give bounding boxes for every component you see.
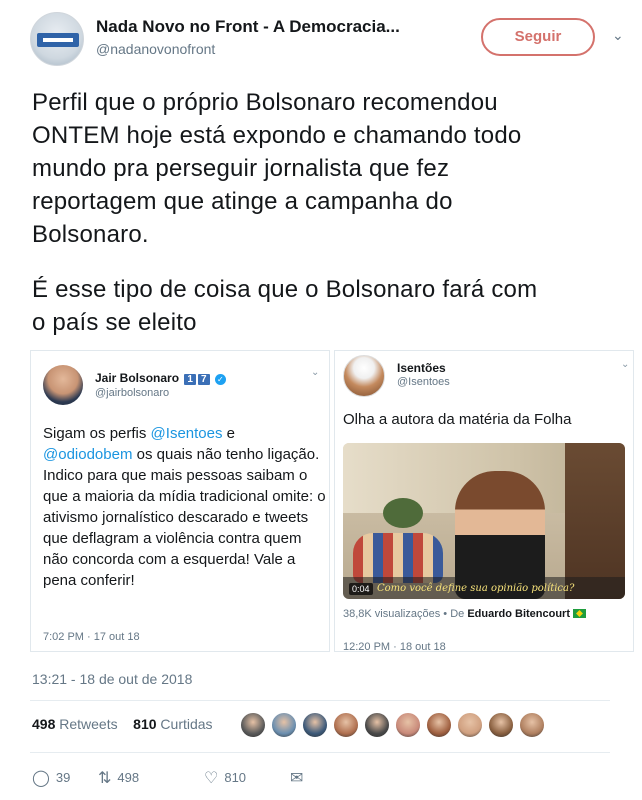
embedded-tweet-isentoes: Isentões @Isentoes ⌄ Olha a autora da ma… [334,350,634,652]
bolsonaro-avatar [43,365,83,405]
tweet-header: Nada Novo no Front - A Democracia... @na… [0,0,642,72]
embedded-time: 12:20 PM · 18 out 18 [343,641,446,652]
text-segment: os quais não tenho ligação. Indico para … [43,446,326,589]
liker-avatar[interactable] [271,712,297,738]
direct-message-button[interactable]: ✉ [290,768,309,788]
brazil-flag-icon [573,609,586,618]
embedded-account-name: Jair Bolsonaro 17 ✓ [95,371,226,385]
liker-avatar[interactable] [333,712,359,738]
chevron-down-icon[interactable]: ⌄ [612,27,624,44]
chevron-down-icon: ⌄ [621,359,630,370]
liker-avatar[interactable] [240,712,266,738]
likes-count[interactable]: 810 [133,716,156,732]
embedded-account-name: Isentões [397,361,446,375]
video-duration: 0:04 [349,583,373,595]
video-thumbnail: 0:04 Como você define sua opinião políti… [343,443,625,599]
embedded-handle: @Isentoes [397,376,450,388]
divider [30,752,610,753]
likes-label[interactable]: Curtidas [160,716,212,732]
liker-avatar[interactable] [519,712,545,738]
isentoes-avatar [343,355,385,397]
account-handle[interactable]: @nadanovonofront [96,41,215,57]
account-avatar[interactable] [30,12,84,66]
text-segment: Sigam os perfis [43,425,151,442]
retweets-count[interactable]: 498 [32,716,55,732]
embedded-name-text: Jair Bolsonaro [95,371,180,385]
number-badge: 1 [184,374,196,385]
retweet-count: 498 [117,770,140,785]
account-name[interactable]: Nada Novo no Front - A Democracia... [96,17,400,37]
tweet-paragraph-2: É esse tipo de coisa que o Bolsonaro far… [32,276,538,336]
reply-button[interactable]: ◯ 39 [32,768,70,788]
liker-avatar[interactable] [364,712,390,738]
video-views: 38,8K visualizações • De Eduardo Bitenco… [343,608,586,620]
tweet-paragraph-1: Perfil que o próprio Bolsonaro recomendo… [32,89,522,248]
liker-avatar[interactable] [302,712,328,738]
attached-screenshot[interactable]: Jair Bolsonaro 17 ✓ @jairbolsonaro ⌄ Sig… [30,350,634,652]
retweet-button[interactable]: ⇅ 498 [98,768,139,788]
views-count: 38,8K visualizações [343,608,441,620]
embedded-tweet-bolsonaro: Jair Bolsonaro 17 ✓ @jairbolsonaro ⌄ Sig… [30,350,330,652]
embedded-handle: @jairbolsonaro [95,387,170,399]
mention-link: @odiodobem [43,446,133,463]
video-caption: Como você define sua opinião política? [377,583,575,594]
liker-avatar[interactable] [395,712,421,738]
reply-icon: ◯ [32,770,50,787]
liker-avatar[interactable] [488,712,514,738]
views-separator: • De [440,608,468,620]
like-count: 810 [224,770,247,785]
chevron-down-icon: ⌄ [311,367,320,378]
retweets-label[interactable]: Retweets [59,716,117,732]
tweet-stats: 498 Retweets 810 Curtidas [32,716,213,732]
heart-icon: ♡ [204,770,219,787]
mention-link: @Isentoes [150,425,223,442]
envelope-icon: ✉ [290,770,304,787]
embedded-time: 7:02 PM · 17 out 18 [43,631,140,643]
tweet-timestamp[interactable]: 13:21 - 18 de out de 2018 [32,671,192,687]
video-author: Eduardo Bitencourt [467,608,570,620]
divider [30,700,610,701]
like-button[interactable]: ♡ 810 [204,768,246,788]
embedded-tweet-text: Sigam os perfis @Isentoes e @odiodobem o… [43,423,328,591]
verified-icon: ✓ [214,374,226,385]
embedded-tweet-text: Olha a autora da matéria da Folha [343,411,572,428]
follow-button[interactable]: Seguir [481,18,595,56]
reply-count: 39 [55,770,71,785]
liker-avatar[interactable] [457,712,483,738]
text-segment: e [222,425,235,442]
retweet-icon: ⇅ [98,770,112,787]
number-badge: 7 [197,374,210,385]
tweet-body: Perfil que o próprio Bolsonaro recomendo… [32,86,632,339]
liker-avatar[interactable] [426,712,452,738]
